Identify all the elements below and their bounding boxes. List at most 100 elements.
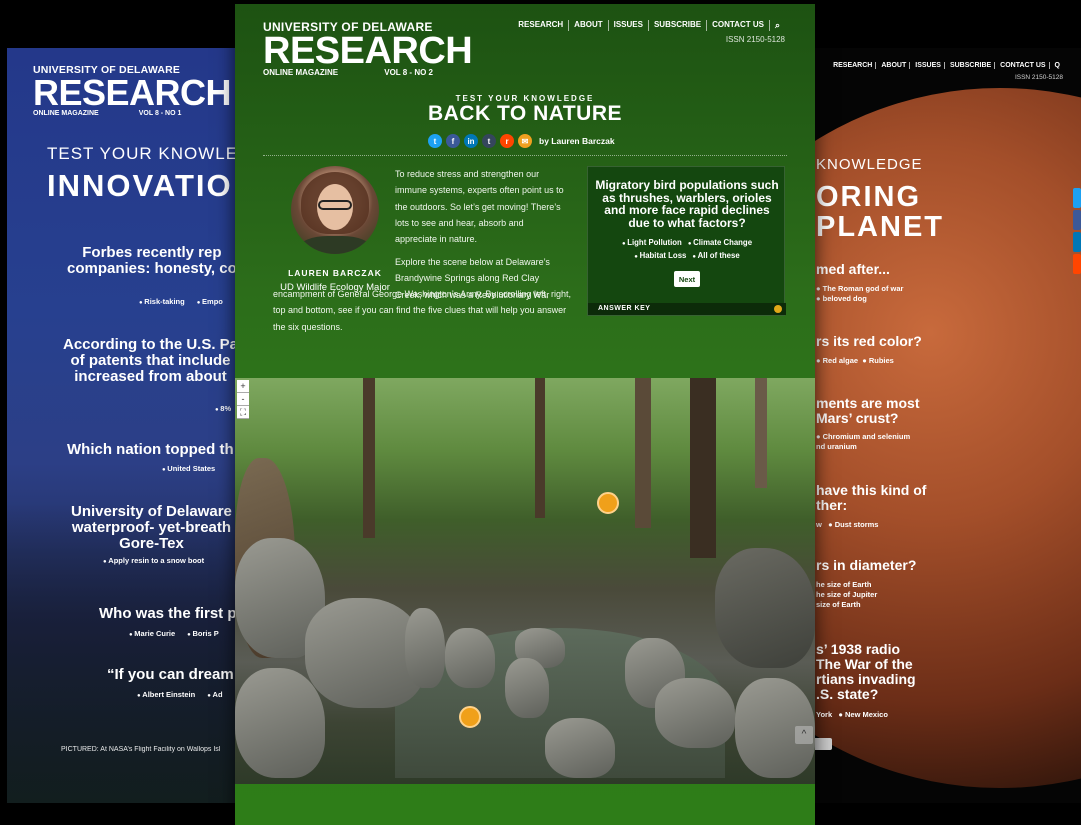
- quiz-option-light-pollution[interactable]: Light Pollution: [622, 238, 682, 247]
- right-options-2[interactable]: ● Red algae ● Rubies: [816, 356, 894, 366]
- left-option[interactable]: Ad: [207, 690, 222, 699]
- byline: by Lauren Barczak: [539, 136, 615, 146]
- tree-trunk: [635, 378, 651, 528]
- center-issn: ISSN 2150-5128: [725, 35, 785, 44]
- nav-subscribe[interactable]: SUBSCRIBE: [649, 20, 708, 31]
- left-options-3: United States: [162, 464, 227, 473]
- tumblr-icon[interactable]: t: [482, 134, 496, 148]
- answer-key-toggle[interactable]: ANSWER KEY: [588, 303, 786, 315]
- right-headline: ORING PLANET: [816, 181, 944, 243]
- quiz-option-habitat-loss[interactable]: Habitat Loss: [634, 251, 686, 260]
- left-option[interactable]: Boris P: [187, 629, 219, 638]
- left-option[interactable]: United States: [162, 464, 215, 473]
- right-nav-research[interactable]: RESEARCH: [830, 62, 877, 69]
- center-nav: RESEARCH ABOUT ISSUES SUBSCRIBE CONTACT …: [513, 20, 785, 31]
- side-share-reddit-icon[interactable]: [1073, 254, 1081, 274]
- left-brand[interactable]: UNIVERSITY OF DELAWARE RESEARCH ONLINE M…: [33, 64, 232, 117]
- right-question-1: med after...: [816, 261, 890, 277]
- facebook-icon[interactable]: f: [446, 134, 460, 148]
- search-icon[interactable]: Q: [1052, 62, 1063, 69]
- screenshot-stage: UNIVERSITY OF DELAWARE RESEARCH ONLINE M…: [0, 0, 1081, 825]
- right-nav-contact[interactable]: CONTACT US: [997, 62, 1050, 69]
- quiz-option-climate-change[interactable]: Climate Change: [688, 238, 752, 247]
- center-brand-name: RESEARCH: [263, 30, 473, 72]
- left-question-1: Forbes recently rep companies: honesty, …: [67, 244, 237, 277]
- nav-issues[interactable]: ISSUES: [609, 20, 649, 31]
- center-brand-sub: ONLINE MAGAZINE: [263, 68, 339, 77]
- right-page-mars: RESEARCH ABOUT ISSUES SUBSCRIBE CONTACT …: [770, 48, 1081, 803]
- tree-trunk: [755, 378, 767, 488]
- center-brand-logo[interactable]: UNIVERSITY OF DELAWARE RESEARCH ONLINE M…: [263, 20, 473, 77]
- left-question-5: Who was the first p: [99, 605, 237, 622]
- side-share-linkedin-icon[interactable]: [1073, 232, 1081, 252]
- quiz-options: Light Pollution Climate Change Habitat Lo…: [588, 237, 786, 263]
- right-options-5[interactable]: he size of Earth he size of Jupiter size…: [816, 580, 877, 610]
- right-question-5: rs in diameter?: [816, 557, 917, 573]
- panorama-viewer[interactable]: + - ⛶ ^: [235, 378, 815, 784]
- left-question-2: According to the U.S. Pa of patents that…: [63, 336, 239, 385]
- left-option[interactable]: Empo: [197, 297, 223, 306]
- left-option[interactable]: Risk-taking: [139, 297, 185, 306]
- right-nav-about[interactable]: ABOUT: [878, 62, 911, 69]
- rock: [405, 608, 445, 688]
- quiz-option-all-of-these[interactable]: All of these: [692, 251, 739, 260]
- search-icon[interactable]: ⌕: [770, 20, 785, 31]
- tree-trunk: [535, 378, 545, 518]
- left-brand-vol: VOL 8 - NO 1: [138, 110, 182, 117]
- quiz-card: Migratory bird populations such as thrus…: [587, 166, 786, 316]
- left-option[interactable]: Marie Curie: [129, 629, 175, 638]
- fullscreen-icon[interactable]: ⛶: [237, 406, 249, 419]
- rock: [655, 678, 735, 748]
- left-brand-sub: ONLINE MAGAZINE: [33, 110, 99, 117]
- side-share-facebook-icon[interactable]: [1073, 210, 1081, 230]
- author-name: LAUREN BARCZAK: [288, 268, 382, 278]
- intro-paragraph: To reduce stress and strengthen our immu…: [395, 169, 564, 245]
- zoom-out-button[interactable]: -: [237, 393, 249, 406]
- answer-key-label: ANSWER KEY: [598, 305, 651, 312]
- center-brand-vol: VOL 8 - NO 2: [384, 68, 433, 77]
- author-photo: [291, 166, 379, 254]
- left-options-4: Apply resin to a snow boot: [103, 556, 216, 565]
- share-bar: t f in t r ✉ by Lauren Barczak: [428, 134, 615, 148]
- quiz-question: Migratory bird populations such as thrus…: [595, 178, 779, 230]
- left-photo-caption: PICTURED: At NASA’s Flight Facility on W…: [61, 746, 221, 753]
- rock: [445, 628, 495, 688]
- explore-paragraph-cont: encampment of General George Washington’…: [273, 289, 571, 332]
- left-brand-name: RESEARCH: [33, 72, 232, 113]
- email-icon[interactable]: ✉: [518, 134, 532, 148]
- clue-hotspot[interactable]: [459, 706, 481, 728]
- next-button[interactable]: Next: [674, 271, 700, 287]
- tree-trunk: [363, 378, 375, 538]
- divider: [263, 155, 787, 156]
- left-option[interactable]: 8%: [215, 404, 231, 413]
- right-issn: ISSN 2150-5128: [1014, 74, 1063, 81]
- linkedin-icon[interactable]: in: [464, 134, 478, 148]
- tree-trunk: [690, 378, 716, 558]
- side-share-twitter-icon[interactable]: [1073, 188, 1081, 208]
- right-nav-subscribe[interactable]: SUBSCRIBE: [947, 62, 996, 69]
- center-page-back-to-nature: UNIVERSITY OF DELAWARE RESEARCH ONLINE M…: [235, 4, 815, 825]
- right-options-1[interactable]: ● The Roman god of war ● beloved dog: [816, 284, 903, 304]
- right-options-4[interactable]: w ● Dust storms: [816, 520, 878, 530]
- rock: [505, 658, 549, 718]
- left-option[interactable]: Apply resin to a snow boot: [103, 556, 204, 565]
- right-options-6[interactable]: York ● New Mexico: [816, 710, 888, 720]
- rock: [235, 668, 325, 778]
- zoom-controls: + - ⛶: [237, 380, 249, 419]
- right-nav-issues[interactable]: ISSUES: [912, 62, 945, 69]
- nav-research[interactable]: RESEARCH: [513, 20, 570, 31]
- reddit-icon[interactable]: r: [500, 134, 514, 148]
- photo-shirt: [299, 236, 371, 254]
- clue-hotspot[interactable]: [597, 492, 619, 514]
- twitter-icon[interactable]: t: [428, 134, 442, 148]
- left-question-3: Which nation topped th: [67, 441, 234, 458]
- right-question-4: have this kind of ther:: [816, 482, 927, 513]
- right-options-3[interactable]: ● Chromium and selenium nd uranium: [816, 432, 910, 452]
- page-title: BACK TO NATURE: [427, 102, 623, 125]
- rock: [715, 548, 815, 668]
- zoom-in-button[interactable]: +: [237, 380, 249, 393]
- nav-contact[interactable]: CONTACT US: [707, 20, 770, 31]
- scroll-top-button[interactable]: ^: [795, 726, 813, 744]
- nav-about[interactable]: ABOUT: [569, 20, 609, 31]
- left-option[interactable]: Albert Einstein: [137, 690, 195, 699]
